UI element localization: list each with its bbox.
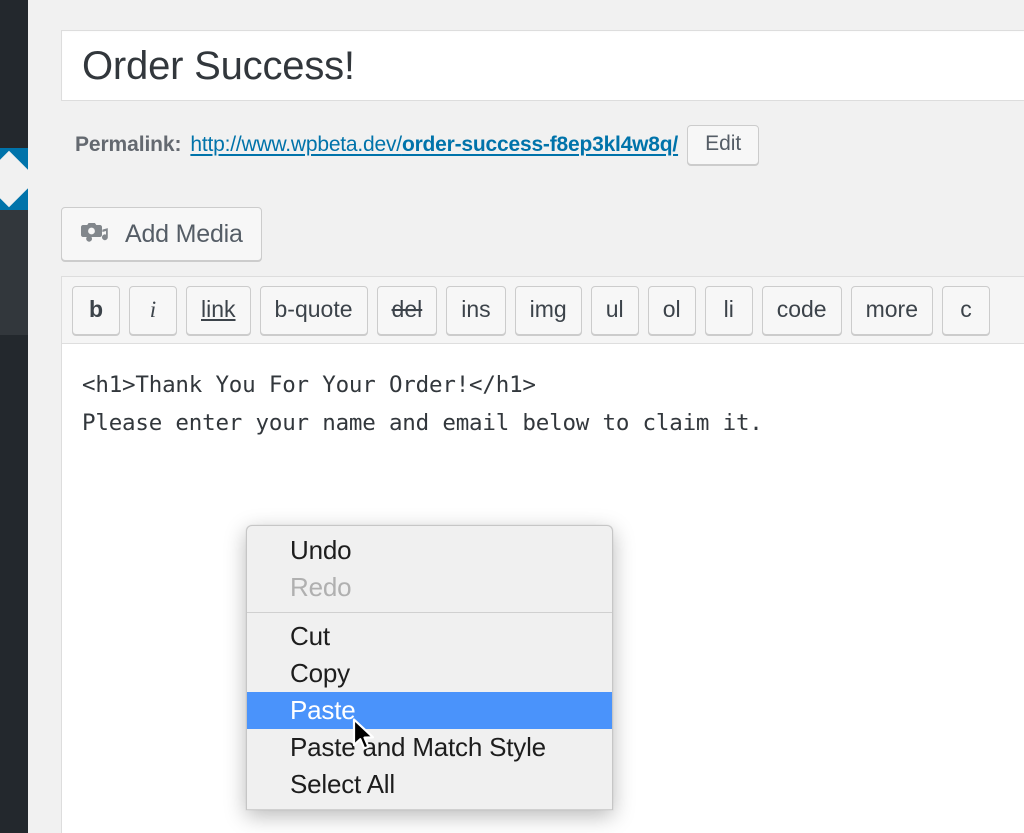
sidebar-item-middle[interactable] xyxy=(0,210,28,335)
quicktag-li-button[interactable]: li xyxy=(704,285,753,335)
admin-sidebar xyxy=(0,0,28,833)
context-menu-separator xyxy=(247,809,612,810)
permalink-edit-button[interactable]: Edit xyxy=(687,125,760,165)
context-menu-item-undo[interactable]: Undo xyxy=(247,532,612,569)
quicktag-ul-button[interactable]: ul xyxy=(590,285,639,335)
context-menu-item-cut[interactable]: Cut xyxy=(247,618,612,655)
sidebar-item-bottom[interactable] xyxy=(0,335,28,833)
context-menu-item-paste[interactable]: Paste xyxy=(247,692,612,729)
post-title-input[interactable]: Order Success! xyxy=(61,30,1024,101)
quicktag-del-button[interactable]: del xyxy=(376,285,438,335)
context-menu-item-copy[interactable]: Copy xyxy=(247,655,612,692)
add-media-icon xyxy=(80,220,110,248)
quicktag-img-button[interactable]: img xyxy=(514,285,582,335)
add-media-label: Add Media xyxy=(125,219,243,248)
context-menu-item-select-all[interactable]: Select All xyxy=(247,766,612,803)
sidebar-item-top[interactable] xyxy=(0,0,28,148)
screen: Order Success! Permalink: http://www.wpb… xyxy=(0,0,1024,833)
quicktag-bold-button[interactable]: b xyxy=(72,285,120,335)
quicktags-toolbar: b i link b-quote del ins img ul ol li co… xyxy=(62,277,1024,344)
quicktag-italic-button[interactable]: i xyxy=(129,285,177,335)
quicktag-code-button[interactable]: code xyxy=(761,285,842,335)
context-menu-item-paste-and-match-style[interactable]: Paste and Match Style xyxy=(247,729,612,766)
permalink-row: Permalink: http://www.wpbeta.dev/order-s… xyxy=(75,122,760,168)
context-menu-item-redo: Redo xyxy=(290,572,352,602)
add-media-button[interactable]: Add Media xyxy=(61,207,262,261)
post-title-value: Order Success! xyxy=(82,43,355,88)
sidebar-active-arrow-icon xyxy=(0,148,28,210)
permalink-label: Permalink: xyxy=(75,133,182,156)
permalink-link[interactable]: http://www.wpbeta.dev/order-success-f8ep… xyxy=(190,133,678,157)
content-line: Please enter your name and email below t… xyxy=(82,410,763,436)
context-menu-separator xyxy=(247,612,612,613)
quicktag-ins-button[interactable]: ins xyxy=(446,285,506,335)
quicktag-link-button[interactable]: link xyxy=(186,285,251,335)
content-line: <h1>Thank You For Your Order!</h1> xyxy=(82,372,536,398)
quicktag-more-button[interactable]: more xyxy=(850,285,933,335)
quicktag-blockquote-button[interactable]: b-quote xyxy=(259,285,368,335)
quicktag-ol-button[interactable]: ol xyxy=(647,285,696,335)
permalink-base: http://www.wpbeta.dev/ xyxy=(190,133,402,156)
permalink-slug: order-success-f8ep3kl4w8q/ xyxy=(401,133,679,156)
context-menu: Undo Redo Cut Copy Paste Paste and Match… xyxy=(246,525,613,810)
quicktag-close-tags-button[interactable]: c xyxy=(941,285,990,335)
